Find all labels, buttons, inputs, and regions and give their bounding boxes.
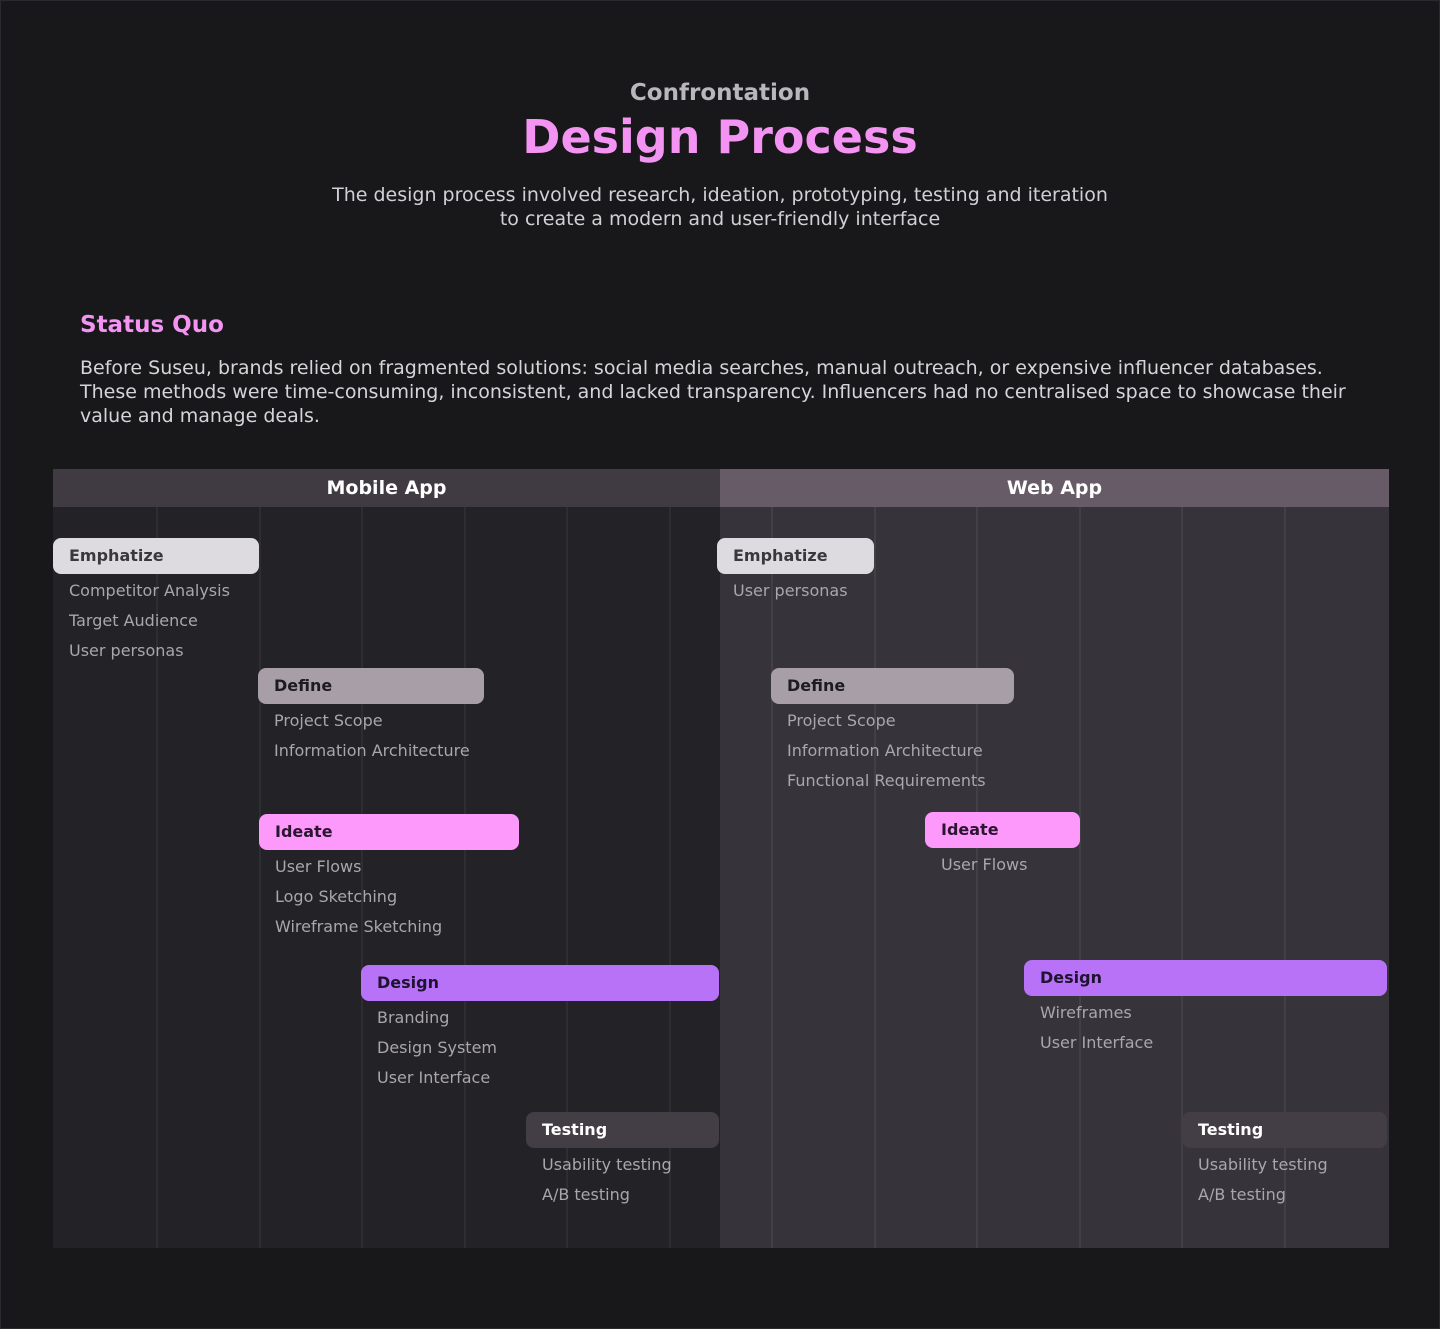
phase-item: Design System [377, 1038, 497, 1057]
web-phase-design: Design [1024, 960, 1387, 996]
phase-item: Information Architecture [787, 741, 983, 760]
mobile-define-items: Project Scope Information Architecture [274, 706, 470, 766]
web-ideate-items: User Flows [941, 850, 1027, 880]
phase-item: Information Architecture [274, 741, 470, 760]
phase-item: User personas [69, 641, 184, 660]
phase-item: Usability testing [1198, 1155, 1328, 1174]
grid-line [771, 507, 773, 1248]
mobile-phase-ideate: Ideate [259, 814, 519, 850]
web-phase-define: Define [771, 668, 1014, 704]
phase-item: Logo Sketching [275, 887, 398, 906]
phase-item: Usability testing [542, 1155, 672, 1174]
status-quo-title: Status Quo [80, 312, 224, 338]
phase-item: User Flows [275, 857, 362, 876]
phase-item: Project Scope [274, 711, 383, 730]
web-design-items: Wireframes User Interface [1040, 998, 1153, 1058]
web-app-header: Web App [720, 469, 1389, 507]
section-eyebrow: Confrontation [629, 80, 811, 106]
phase-item: User Flows [941, 855, 1028, 874]
web-phase-ideate: Ideate [925, 812, 1080, 848]
phase-item: User Interface [377, 1068, 491, 1087]
web-emphatize-items: User personas [733, 576, 848, 606]
mobile-app-panel: Mobile App Emphatize Competitor Analysis… [53, 469, 720, 1248]
phase-item: Project Scope [787, 711, 896, 730]
phase-item: Competitor Analysis [69, 581, 230, 600]
mobile-phase-emphatize: Emphatize [53, 538, 259, 574]
web-phase-emphatize: Emphatize [717, 538, 874, 574]
mobile-ideate-items: User Flows Logo Sketching Wireframe Sket… [275, 852, 442, 942]
subtitle-line-1: The design process involved research, id… [332, 184, 1108, 206]
subtitle-line-2: to create a modern and user-friendly int… [499, 208, 941, 230]
page-title: Design Process [522, 110, 918, 164]
status-quo-text: Before Suseu, brands relied on fragmente… [80, 357, 1346, 427]
phase-item: A/B testing [1198, 1185, 1286, 1204]
phase-item: User Interface [1040, 1033, 1154, 1052]
web-app-panel: Web App Emphatize User personas Define P… [717, 469, 1389, 1248]
mobile-testing-items: Usability testing A/B testing [542, 1150, 672, 1210]
web-define-items: Project Scope Information Architecture F… [787, 706, 986, 796]
grid-line [874, 507, 876, 1248]
mobile-app-header: Mobile App [53, 469, 720, 507]
phase-item: Target Audience [69, 611, 198, 630]
web-phase-testing: Testing [1182, 1112, 1387, 1148]
grid-line [1079, 507, 1081, 1248]
phase-item: User personas [733, 581, 848, 600]
phase-item: A/B testing [542, 1185, 630, 1204]
web-testing-items: Usability testing A/B testing [1198, 1150, 1328, 1210]
mobile-phase-define: Define [258, 668, 484, 704]
mobile-phase-design: Design [361, 965, 719, 1001]
grid-line [464, 507, 466, 1248]
page-subtitle: The design process involved research, id… [0, 183, 1440, 231]
mobile-phase-testing: Testing [526, 1112, 719, 1148]
mobile-emphatize-items: Competitor Analysis Target Audience User… [69, 576, 230, 666]
phase-item: Functional Requirements [787, 771, 986, 790]
grid-line [259, 507, 261, 1248]
phase-item: Wireframes [1040, 1003, 1132, 1022]
phase-item: Branding [377, 1008, 450, 1027]
phase-item: Wireframe Sketching [275, 917, 443, 936]
mobile-design-items: Branding Design System User Interface [377, 1003, 497, 1093]
